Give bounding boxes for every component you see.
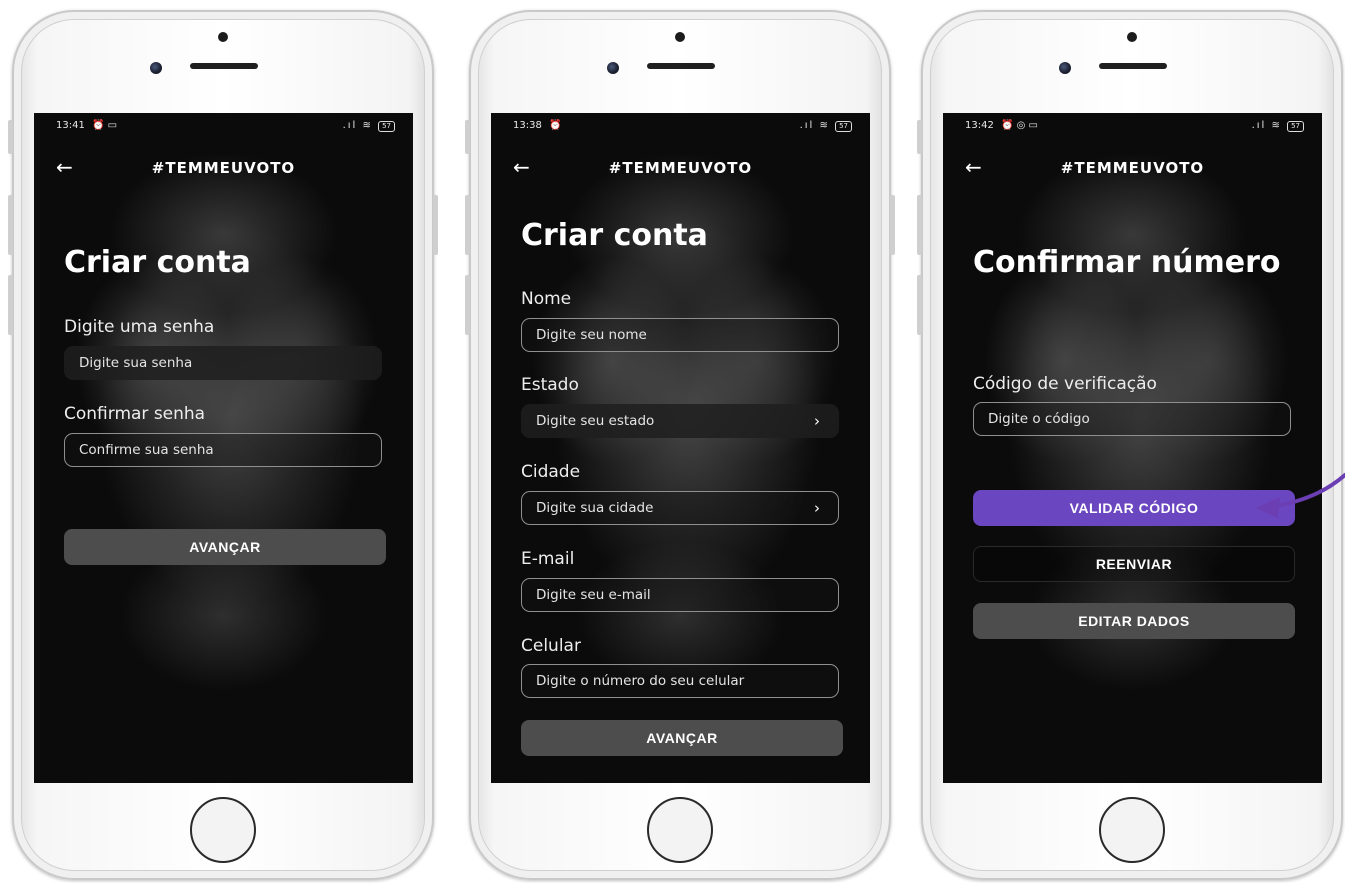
home-button[interactable]	[190, 797, 256, 863]
front-camera	[1059, 62, 1071, 74]
alarm-whatsapp-icons: ⏰ ◎ ▭	[1001, 120, 1038, 131]
phone-input[interactable]: Digite o número do seu celular	[521, 664, 839, 698]
state-select-value: Digite seu estado	[536, 413, 655, 429]
home-button[interactable]	[647, 797, 713, 863]
name-input[interactable]: Digite seu nome	[521, 318, 839, 352]
brand-title: #TEMMEUVOTO	[1060, 159, 1205, 177]
screen-create-account: 13:38 ⏰ .ıl ≋ 57 ← #TEMMEUVOTO Criar con…	[491, 113, 870, 783]
volume-down-button	[465, 275, 470, 335]
front-camera	[607, 62, 619, 74]
home-button[interactable]	[1099, 797, 1165, 863]
chevron-right-icon: ›	[814, 499, 820, 517]
page-title: Criar conta	[64, 245, 251, 280]
power-button	[890, 195, 895, 255]
top-bar: ← #TEMMEUVOTO	[943, 153, 1322, 183]
next-button[interactable]: AVANÇAR	[521, 720, 843, 756]
earpiece-speaker	[647, 63, 715, 69]
proximity-sensor	[218, 32, 228, 42]
verification-code-input[interactable]: Digite o código	[973, 402, 1291, 436]
status-time: 13:42	[965, 120, 994, 131]
alarm-icon: ⏰	[549, 120, 562, 131]
signal-wifi-battery: .ıl ≋ 57	[343, 120, 395, 132]
page-title: Confirmar número	[973, 245, 1281, 280]
proximity-sensor	[675, 32, 685, 42]
phone-frame-2: 13:38 ⏰ .ıl ≋ 57 ← #TEMMEUVOTO Criar con…	[465, 10, 895, 880]
confirm-password-label: Confirmar senha	[64, 404, 206, 424]
phone-frame-1: 13:41 ⏰ ▭ .ıl ≋ 57 ← #TEMMEUVOTO Criar c…	[8, 10, 438, 880]
annotation-arrow-icon	[1255, 473, 1345, 518]
status-bar: 13:42 ⏰ ◎ ▭ .ıl ≋ 57	[943, 119, 1322, 135]
volume-down-button	[8, 275, 13, 335]
city-select[interactable]: Digite sua cidade ›	[521, 491, 839, 525]
next-button[interactable]: AVANÇAR	[64, 529, 386, 565]
signal-wifi-battery: .ıl ≋ 57	[1252, 120, 1304, 132]
volume-down-button	[917, 275, 922, 335]
city-label: Cidade	[521, 462, 581, 482]
brand-title: #TEMMEUVOTO	[151, 159, 296, 177]
volume-up-button	[8, 195, 13, 255]
battery-icon: 57	[1287, 121, 1304, 132]
power-button	[433, 195, 438, 255]
resend-button[interactable]: REENVIAR	[973, 546, 1295, 582]
status-bar: 13:41 ⏰ ▭ .ıl ≋ 57	[34, 119, 413, 135]
mute-switch	[465, 120, 470, 154]
status-time: 13:38	[513, 120, 542, 131]
screen-confirm-number: 13:42 ⏰ ◎ ▭ .ıl ≋ 57 ← #TEMMEUVOTO Confi…	[943, 113, 1322, 783]
state-select[interactable]: Digite seu estado ›	[521, 404, 839, 438]
mute-switch	[917, 120, 922, 154]
top-bar: ← #TEMMEUVOTO	[491, 153, 870, 183]
volume-up-button	[917, 195, 922, 255]
email-input[interactable]: Digite seu e-mail	[521, 578, 839, 612]
front-camera	[150, 62, 162, 74]
alarm-icon: ⏰ ▭	[92, 120, 118, 131]
email-label: E-mail	[521, 549, 575, 569]
confirm-password-input[interactable]: Confirme sua senha	[64, 433, 382, 467]
battery-icon: 57	[835, 121, 852, 132]
verification-code-label: Código de verificação	[973, 374, 1157, 394]
status-bar: 13:38 ⏰ .ıl ≋ 57	[491, 119, 870, 135]
mute-switch	[8, 120, 13, 154]
status-time: 13:41	[56, 120, 85, 131]
phone-frame-3: 13:42 ⏰ ◎ ▭ .ıl ≋ 57 ← #TEMMEUVOTO Confi…	[917, 10, 1343, 880]
top-bar: ← #TEMMEUVOTO	[34, 153, 413, 183]
name-label: Nome	[521, 289, 572, 309]
battery-icon: 57	[378, 121, 395, 132]
city-select-value: Digite sua cidade	[536, 500, 654, 516]
state-label: Estado	[521, 375, 579, 395]
page-title: Criar conta	[521, 218, 708, 253]
edit-data-button[interactable]: EDITAR DADOS	[973, 603, 1295, 639]
brand-title: #TEMMEUVOTO	[608, 159, 753, 177]
earpiece-speaker	[190, 63, 258, 69]
signal-wifi-battery: .ıl ≋ 57	[800, 120, 852, 132]
screen-create-password: 13:41 ⏰ ▭ .ıl ≋ 57 ← #TEMMEUVOTO Criar c…	[34, 113, 413, 783]
password-label: Digite uma senha	[64, 317, 215, 337]
volume-up-button	[465, 195, 470, 255]
password-input[interactable]: Digite sua senha	[64, 346, 382, 380]
validate-code-button[interactable]: VALIDAR CÓDIGO	[973, 490, 1295, 526]
proximity-sensor	[1127, 32, 1137, 42]
chevron-right-icon: ›	[814, 412, 820, 430]
phone-label: Celular	[521, 636, 581, 656]
earpiece-speaker	[1099, 63, 1167, 69]
